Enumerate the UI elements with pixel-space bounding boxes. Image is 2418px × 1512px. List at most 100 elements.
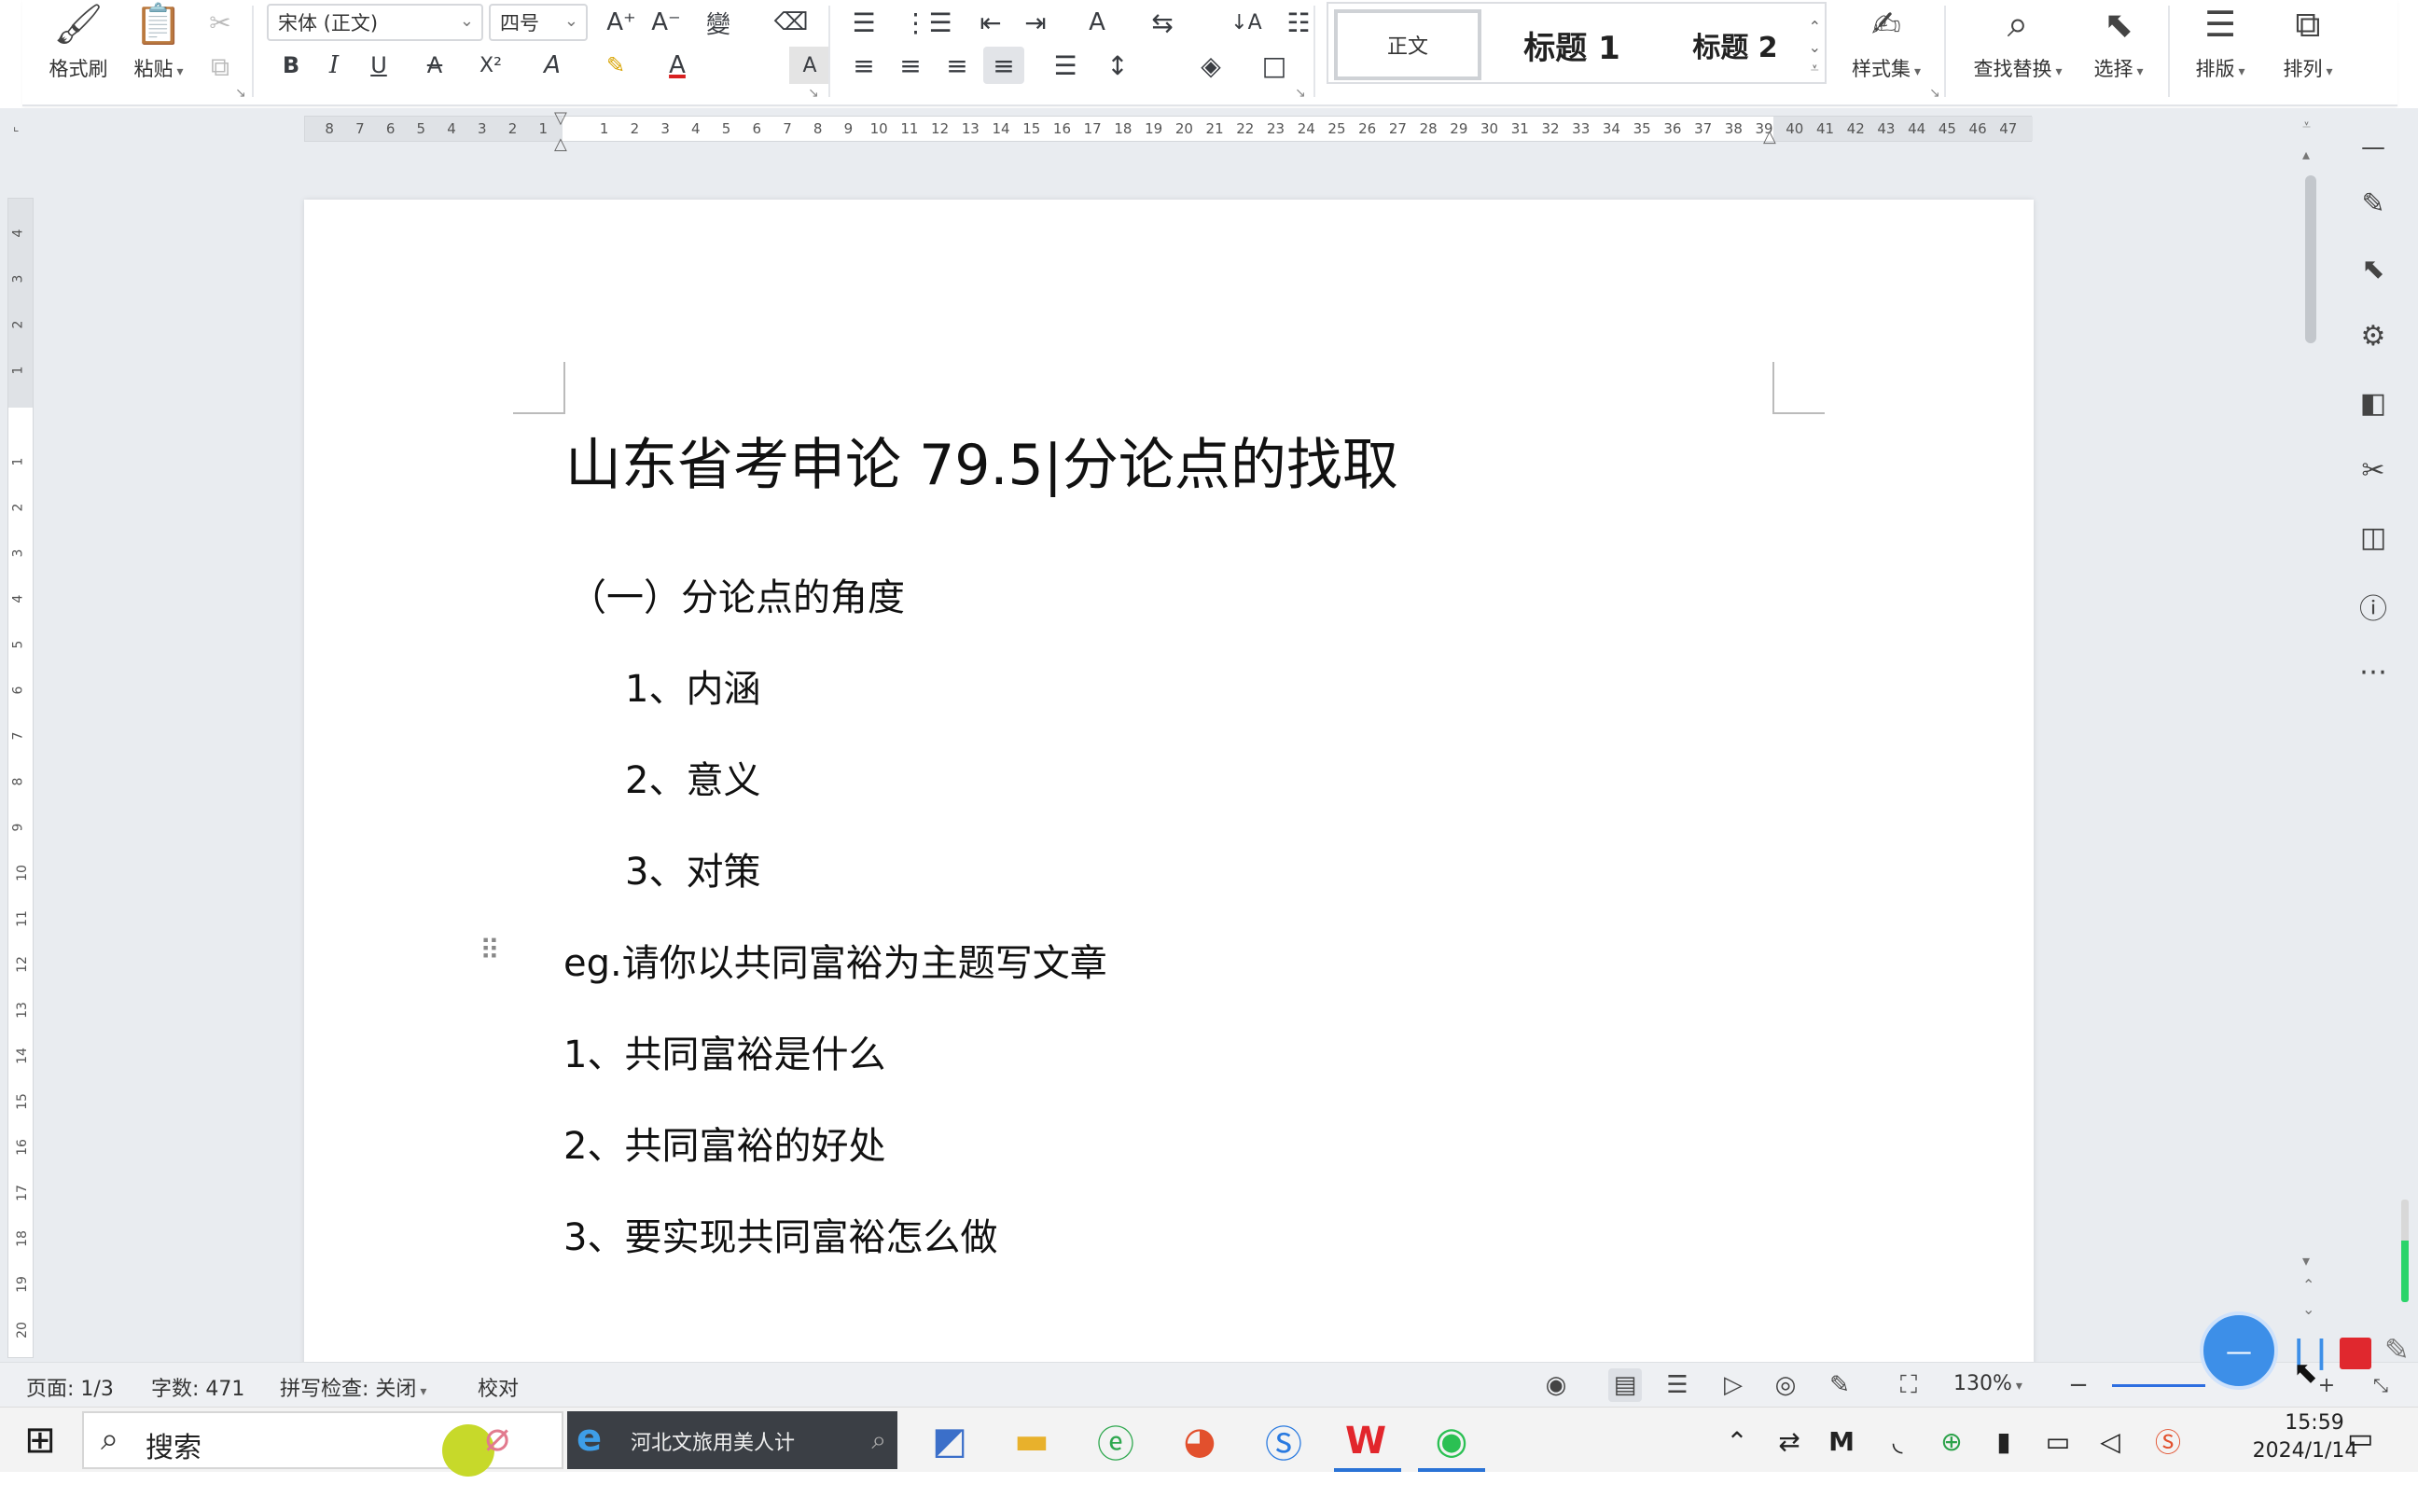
increase-indent-icon[interactable]: ⇥ — [1015, 4, 1056, 41]
document-line[interactable]: 1、内涵 — [625, 659, 760, 713]
style-normal[interactable]: 正文 — [1334, 9, 1481, 80]
spell-check-status[interactable]: 拼写检查: 关闭 ▾ — [280, 1372, 426, 1402]
copy-icon[interactable]: ⧉ — [200, 49, 241, 86]
italic-icon[interactable]: I — [313, 47, 354, 84]
image-icon[interactable]: ◧ — [2353, 382, 2394, 423]
recorder-pen-icon[interactable]: ✎ — [2384, 1332, 2410, 1367]
underline-icon[interactable]: U — [358, 47, 399, 84]
pointer-icon[interactable]: ⬉ — [2353, 248, 2394, 289]
decrease-indent-icon[interactable]: ⇤ — [970, 4, 1011, 41]
color-app-icon[interactable]: ◕ — [1174, 1415, 1226, 1467]
document-line[interactable]: 2、意义 — [625, 750, 760, 804]
text-direction-icon[interactable]: A — [1077, 4, 1118, 41]
style-heading-2[interactable]: 标题 2 — [1661, 9, 1810, 80]
text-effect-icon[interactable]: A — [532, 47, 573, 84]
wechat-icon[interactable]: ◉ — [1425, 1415, 1478, 1467]
cut-icon[interactable]: ✂ — [200, 4, 241, 41]
tray-volume-icon[interactable]: ◁ — [2091, 1422, 2129, 1460]
outline-view-icon[interactable]: ☰ — [1661, 1368, 1694, 1402]
word-count[interactable]: 字数: 471 — [151, 1372, 244, 1402]
scroll-split-icon[interactable]: ⩡ — [2302, 116, 2311, 134]
sort-icon[interactable]: ↓A — [1226, 4, 1267, 41]
layout-button[interactable]: ☰ 排版 ▾ — [2185, 2, 2256, 82]
recorder-stop-button[interactable] — [2340, 1338, 2371, 1369]
collapse-icon[interactable]: — — [2353, 127, 2394, 168]
fit-page-icon[interactable]: ⛶ — [1892, 1368, 1925, 1402]
paragraph-shading-icon[interactable]: ◈ — [1190, 47, 1231, 84]
page-view-icon[interactable]: ▤ — [1608, 1368, 1642, 1402]
paragraph-launcher-icon[interactable]: ↘ — [1295, 86, 1306, 101]
superscript-icon[interactable]: X² — [470, 47, 511, 84]
document-line[interactable]: 3、要实现共同富裕怎么做 — [563, 1207, 997, 1261]
document-line[interactable]: （一）分论点的角度 — [569, 567, 905, 621]
bold-icon[interactable]: B — [271, 47, 312, 84]
document-line[interactable]: 2、共同富裕的好处 — [563, 1116, 885, 1170]
document-line[interactable]: 3、对策 — [625, 841, 760, 895]
tools-icon[interactable]: ✂ — [2353, 450, 2394, 491]
numbering-icon[interactable]: ⋮☰ — [902, 4, 952, 41]
next-page-icon[interactable]: ⌄ — [2302, 1300, 2314, 1318]
tray-network-icon[interactable]: ◟ — [1879, 1422, 1916, 1460]
wps-office-icon[interactable]: W — [1340, 1415, 1392, 1467]
eye-icon[interactable]: ◉ — [1539, 1368, 1573, 1402]
arrange-button[interactable]: ⧉ 排列 ▾ — [2271, 2, 2345, 82]
show-hidden-icons-chevron[interactable]: ⌃ — [1718, 1422, 1756, 1460]
fullscreen-icon[interactable]: ⤡ — [2364, 1368, 2397, 1402]
document-title[interactable]: 山东省考申论 79.5|分论点的找取 — [565, 420, 1398, 501]
convert-icon[interactable]: ⇆ — [1142, 4, 1183, 41]
font-color-icon[interactable]: A — [657, 47, 698, 84]
highlight-icon[interactable]: ✎ — [595, 47, 636, 84]
tray-battery-icon[interactable]: ▭ — [2039, 1422, 2077, 1460]
paragraph-drag-handle[interactable]: ⠿ — [479, 935, 500, 967]
find-replace-button[interactable]: ⌕ 查找替换 ▾ — [1963, 2, 2073, 82]
edge-browser-icon[interactable]: ⓔ — [1090, 1415, 1142, 1467]
document-line[interactable]: eg.请你以共同富裕为主题写文章 — [563, 933, 1107, 987]
align-left-icon[interactable]: ≡ — [843, 47, 884, 84]
sliders-icon[interactable]: ⚙ — [2353, 315, 2394, 356]
font-name-select[interactable]: 宋体 (正文) ⌄ — [267, 4, 483, 41]
taskbar-browser-task[interactable]: e 河北文旅用美人计 ⌕ — [567, 1411, 897, 1469]
line-spacing-icon[interactable]: ↕ — [1097, 47, 1138, 84]
phonetic-guide-icon[interactable]: 變 — [698, 4, 739, 41]
document-line[interactable]: 1、共同富裕是什么 — [563, 1024, 885, 1078]
clear-format-icon[interactable]: ⌫ — [771, 4, 812, 41]
char-shading-icon[interactable]: A — [789, 47, 830, 84]
taskbar-search-box[interactable]: ⌕ 搜索 ⌀ — [82, 1411, 563, 1477]
file-explorer-icon[interactable]: ▬ — [1006, 1415, 1058, 1467]
styles-launcher-icon[interactable]: ↘ — [1929, 86, 1940, 101]
strikethrough-icon[interactable]: A — [414, 47, 455, 84]
tab-stop-selector[interactable]: ⌞ — [13, 119, 30, 136]
document-page[interactable]: 山东省考申论 79.5|分论点的找取 （一）分论点的角度 1、内涵 2、意义 3… — [304, 200, 2034, 1362]
format-painter-button[interactable]: 🖌 格式刷 — [41, 2, 116, 82]
style-gallery-scroll[interactable]: ⌃ ⌄ ⩡ — [1809, 17, 1821, 78]
shrink-font-icon[interactable]: A⁻ — [646, 4, 687, 41]
sogou-icon[interactable]: Ⓢ — [1258, 1415, 1310, 1467]
pen-icon[interactable]: ✎ — [2353, 183, 2394, 224]
zoom-slider[interactable] — [2112, 1384, 2205, 1387]
right-indent-marker[interactable]: △ — [1763, 127, 1776, 146]
screen-recorder-button[interactable]: — — [2200, 1311, 2278, 1390]
page-indicator[interactable]: 页面: 1/3 — [26, 1372, 114, 1402]
style-heading-1[interactable]: 标题 1 — [1493, 9, 1651, 80]
python-app-icon[interactable]: ◩ — [924, 1415, 976, 1467]
font-size-select[interactable]: 四号 ⌄ — [489, 4, 588, 41]
clipboard-launcher-icon[interactable]: ↘ — [235, 86, 246, 101]
play-icon[interactable]: ▷ — [1716, 1368, 1750, 1402]
tray-m-icon[interactable]: M — [1823, 1422, 1860, 1460]
proofread-button[interactable]: 校对 — [478, 1372, 519, 1402]
vertical-ruler[interactable]: 4 3 2 1 1 2 3 4 5 6 7 8 9 10 11 12 13 14 15 16 17 18 19 20 — [7, 198, 34, 1358]
align-center-icon[interactable]: ≡ — [890, 47, 931, 84]
tray-transfer-icon[interactable]: ⇄ — [1771, 1422, 1808, 1460]
font-launcher-icon[interactable]: ↘ — [808, 86, 819, 101]
edit-pen-icon[interactable]: ✎ — [1823, 1368, 1856, 1402]
vertical-scrollbar-thumb[interactable] — [2305, 175, 2316, 343]
paste-button[interactable]: 📋 粘贴 ▾ — [121, 2, 196, 82]
prev-page-icon[interactable]: ⌃ — [2302, 1276, 2314, 1294]
style-set-button[interactable]: ✍ 样式集 ▾ — [1840, 2, 1933, 82]
distribute-icon[interactable]: ☰ — [1045, 47, 1086, 84]
zoom-out-icon[interactable]: − — [2062, 1368, 2095, 1402]
bullets-icon[interactable]: ☰ — [843, 4, 884, 41]
tray-green-app-icon[interactable]: ⊕ — [1933, 1422, 1970, 1460]
select-button[interactable]: ⬉ 选择 ▾ — [2080, 2, 2157, 82]
tray-mic-icon[interactable]: ▮ — [1985, 1422, 2022, 1460]
